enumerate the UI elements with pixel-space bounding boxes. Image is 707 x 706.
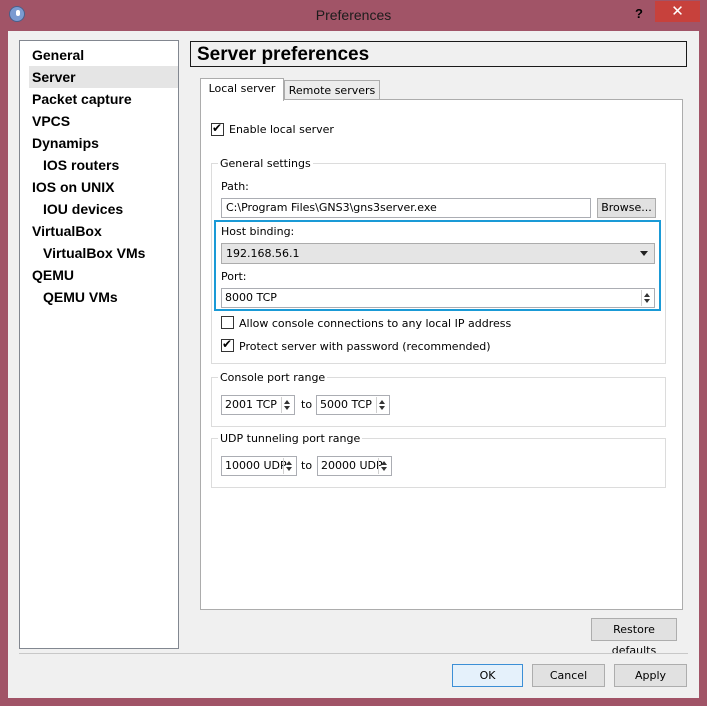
console-port-range-title: Console port range <box>218 371 328 384</box>
udp-port-from-spinbox[interactable]: 10000 UDP <box>221 456 297 476</box>
nav-item-general[interactable]: General <box>32 44 84 66</box>
enable-local-server-label: Enable local server <box>229 123 334 136</box>
host-port-highlight <box>214 220 661 311</box>
checkmark-icon: ✔ <box>212 121 223 135</box>
help-button[interactable]: ? <box>628 4 650 24</box>
udp-to-label: to <box>301 459 313 472</box>
ok-button[interactable]: OK <box>452 664 523 687</box>
console-port-to-spinbox[interactable]: 5000 TCP <box>316 395 390 415</box>
page-title: Server preferences <box>197 44 370 65</box>
nav-item-label: Server <box>32 69 76 85</box>
console-to-label: to <box>301 398 313 411</box>
nav-item-virtualbox[interactable]: VirtualBox <box>32 220 102 242</box>
protect-server-label: Protect server with password (recommende… <box>239 340 491 353</box>
checkmark-icon: ✔ <box>222 337 233 351</box>
restore-defaults-button[interactable]: Restore defaults <box>591 618 677 657</box>
nav-item-server[interactable]: Server <box>29 66 178 88</box>
cancel-button[interactable]: Cancel <box>532 664 605 687</box>
close-button[interactable]: ✕ <box>655 1 700 22</box>
preferences-nav: General Server Packet capture VPCS Dynam… <box>19 40 179 649</box>
spin-arrows-icon[interactable] <box>378 458 390 474</box>
path-input[interactable]: C:\Program Files\GNS3\gns3server.exe <box>221 198 591 218</box>
spin-arrows-icon[interactable] <box>376 397 388 413</box>
general-settings-title: General settings <box>218 157 313 170</box>
enable-local-server-checkbox[interactable]: ✔ <box>211 121 224 136</box>
nav-item-vpcs[interactable]: VPCS <box>32 110 70 132</box>
nav-item-ios-on-unix[interactable]: IOS on UNIX <box>32 176 114 198</box>
tab-local-server[interactable]: Local server <box>200 78 284 101</box>
allow-console-label: Allow console connections to any local I… <box>239 317 512 330</box>
udp-port-to-value: 20000 UDP <box>321 459 383 472</box>
protect-server-checkbox[interactable]: ✔ <box>221 337 234 352</box>
allow-console-checkbox[interactable] <box>221 316 234 329</box>
console-port-to-value: 5000 TCP <box>320 398 372 411</box>
nav-item-dynamips[interactable]: Dynamips <box>32 132 99 154</box>
nav-item-qemu-vms[interactable]: QEMU VMs <box>43 286 118 308</box>
nav-item-qemu[interactable]: QEMU <box>32 264 74 286</box>
tab-remote-servers[interactable]: Remote servers <box>284 80 380 101</box>
dialog-client: General Server Packet capture VPCS Dynam… <box>8 31 699 698</box>
udp-port-from-value: 10000 UDP <box>225 459 287 472</box>
window-title: Preferences <box>315 7 392 23</box>
spin-arrows-icon[interactable] <box>281 397 293 413</box>
console-port-from-value: 2001 TCP <box>225 398 277 411</box>
title-bar: Preferences ? ✕ <box>0 0 707 31</box>
separator <box>19 653 688 654</box>
apply-button[interactable]: Apply <box>614 664 687 687</box>
local-server-panel: ✔ Enable local server General settings P… <box>200 99 683 610</box>
console-port-from-spinbox[interactable]: 2001 TCP <box>221 395 295 415</box>
udp-port-range-title: UDP tunneling port range <box>218 432 363 445</box>
nav-item-ios-routers[interactable]: IOS routers <box>43 154 119 176</box>
nav-item-iou-devices[interactable]: IOU devices <box>43 198 123 220</box>
nav-item-packet-capture[interactable]: Packet capture <box>32 88 132 110</box>
browse-button[interactable]: Browse... <box>597 198 656 218</box>
page-header: Server preferences <box>190 41 687 67</box>
path-label: Path: <box>221 180 249 193</box>
udp-port-to-spinbox[interactable]: 20000 UDP <box>317 456 392 476</box>
spin-arrows-icon[interactable] <box>283 458 295 474</box>
nav-item-virtualbox-vms[interactable]: VirtualBox VMs <box>43 242 145 264</box>
